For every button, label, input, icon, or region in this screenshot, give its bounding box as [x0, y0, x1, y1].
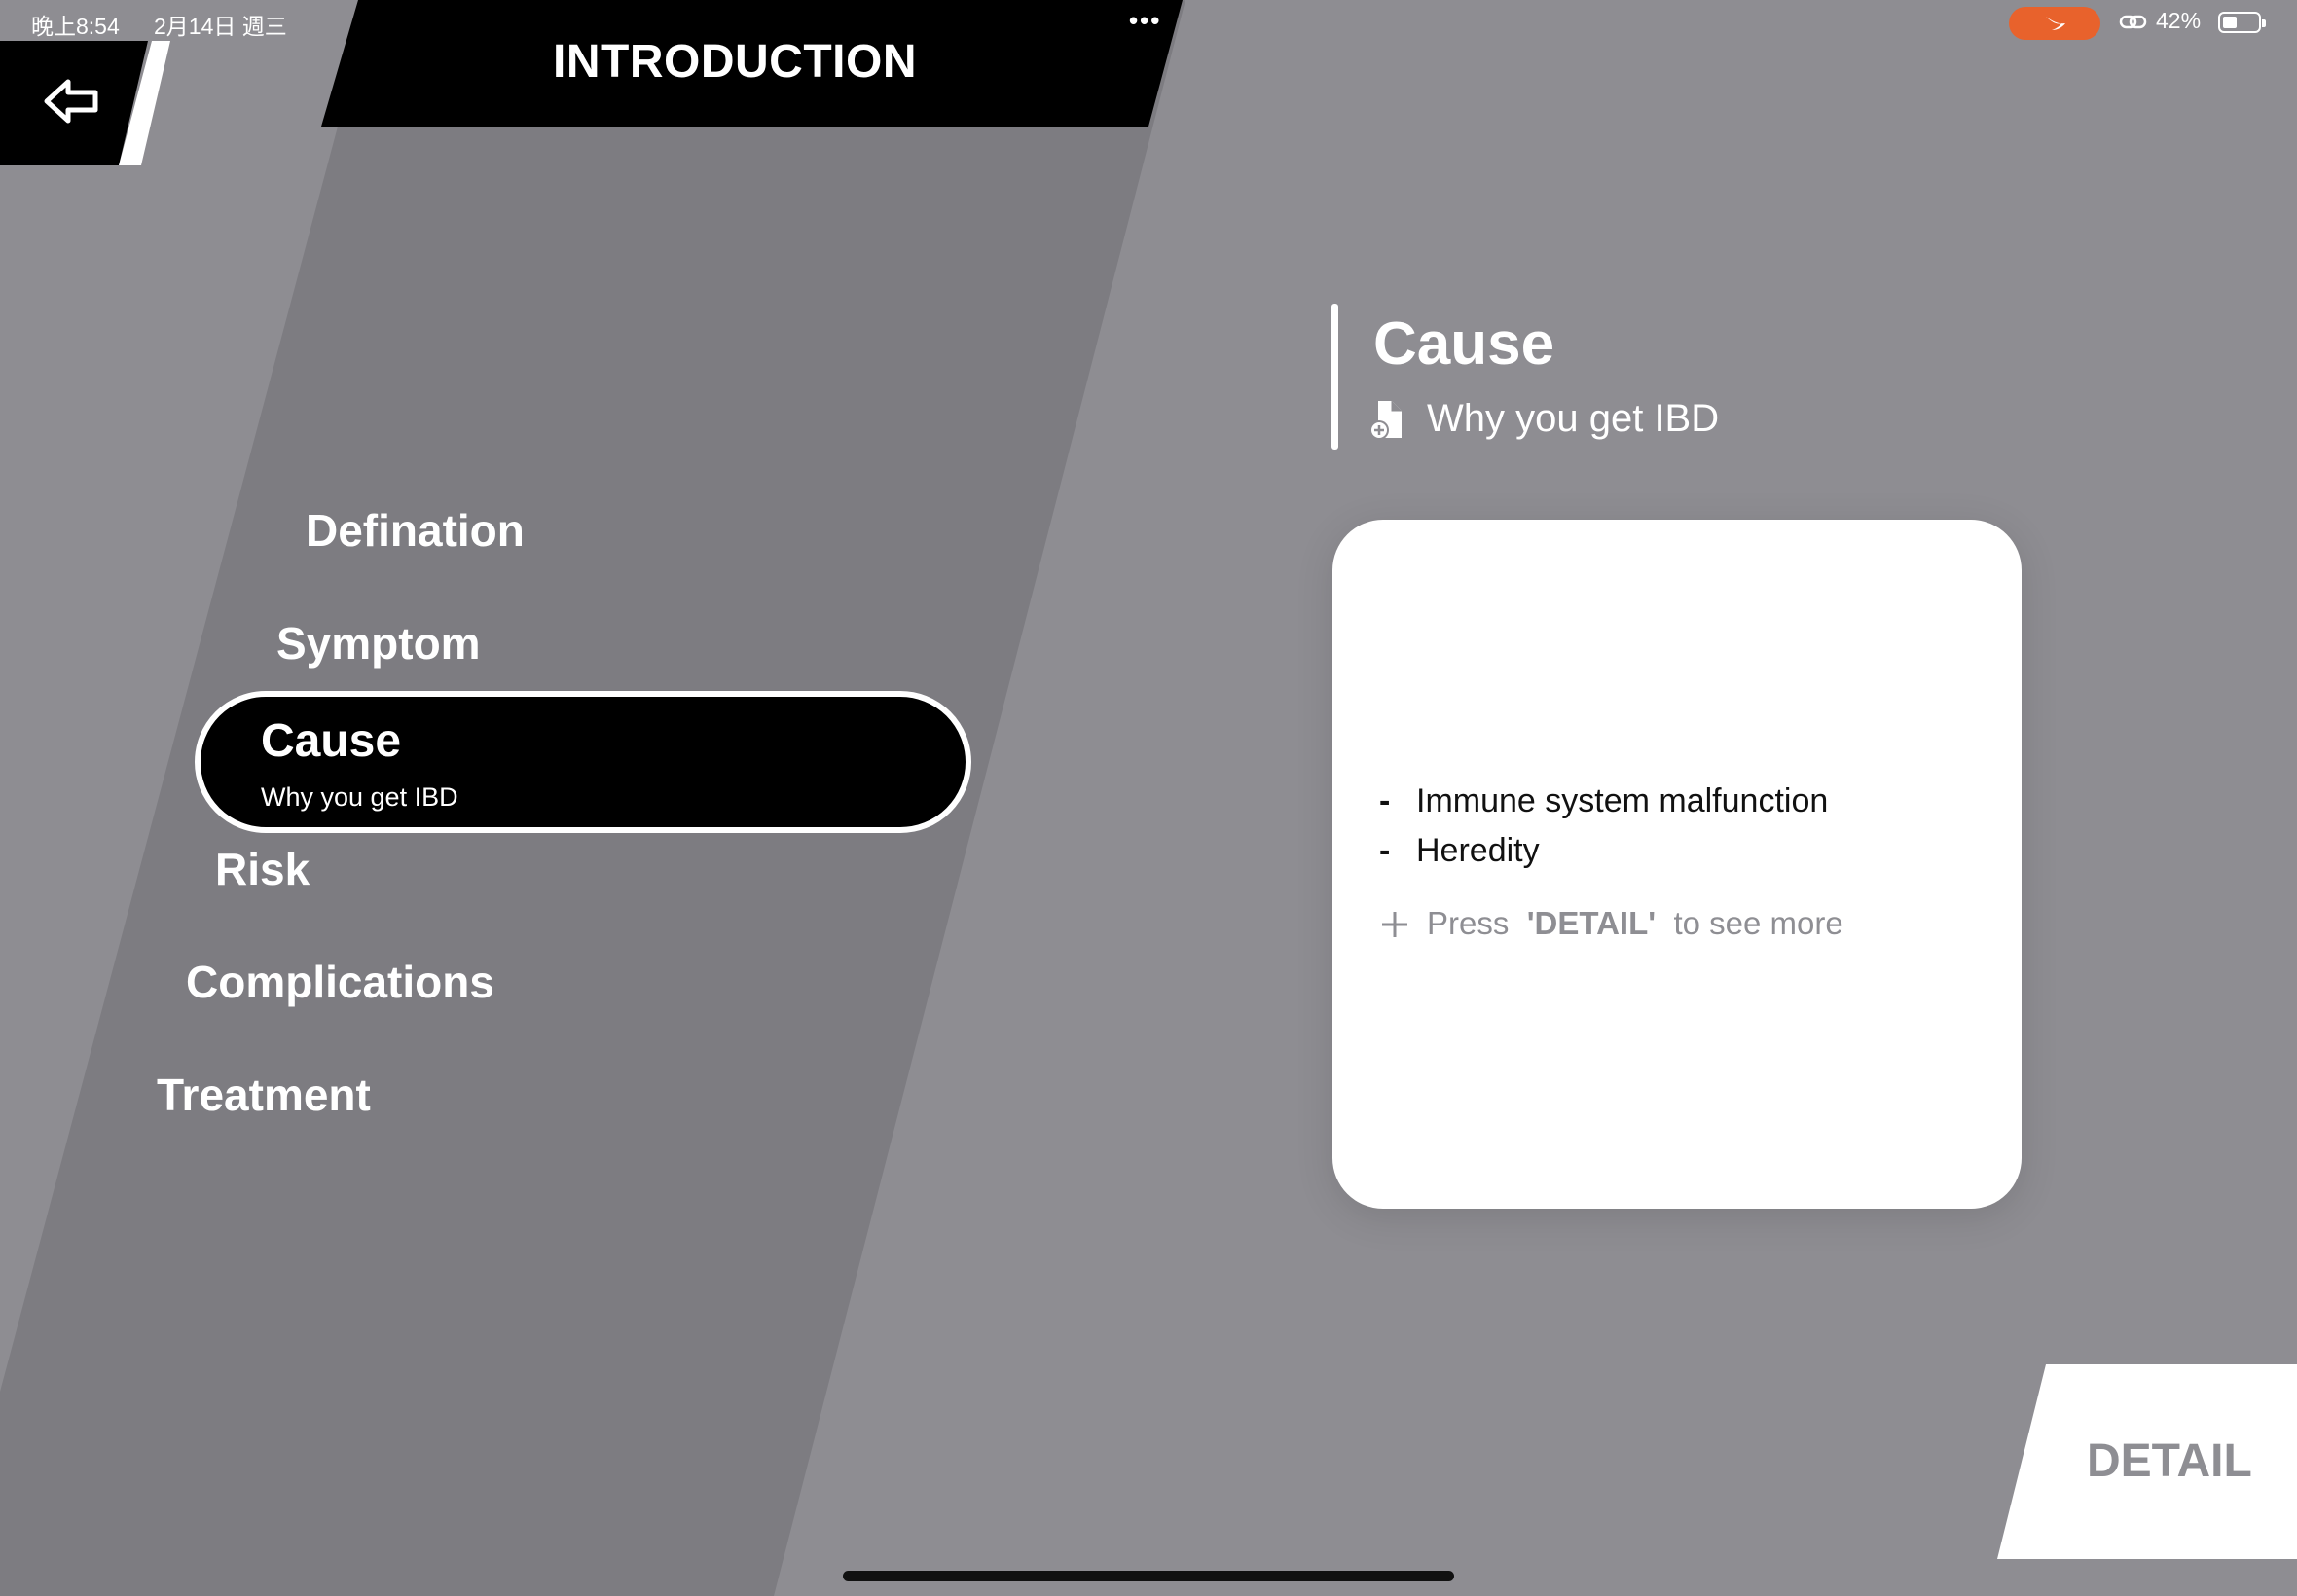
page-title: INTRODUCTION [553, 36, 917, 88]
detail-button[interactable]: DETAIL [1997, 1364, 2297, 1559]
section-divider [1331, 304, 1338, 450]
link-icon [2119, 15, 2147, 29]
plus-icon [1382, 912, 1407, 937]
menu-item-defination[interactable]: Defination [306, 504, 525, 557]
multitask-dots[interactable]: ••• [1129, 6, 1161, 36]
bullet-text: Heredity [1416, 832, 1540, 869]
swift-playgrounds-pill[interactable] [2009, 7, 2100, 40]
section-subtitle: Why you get IBD [1427, 397, 1720, 440]
detail-hint: Press 'DETAIL' to see more [1427, 905, 1843, 942]
battery-icon [2218, 12, 2266, 33]
swift-icon [2046, 17, 2065, 30]
back-arrow-icon [44, 79, 98, 124]
detail-button-label: DETAIL [2087, 1435, 2252, 1487]
menu-item-symptom[interactable]: Symptom [276, 617, 481, 670]
hint-keyword: 'DETAIL' [1526, 905, 1657, 941]
bullet-item: - Heredity [1379, 832, 1540, 870]
battery-percent: 42% [2156, 8, 2202, 33]
bullet-dash: - [1379, 832, 1391, 869]
document-add-icon [1369, 401, 1402, 440]
info-card: - Immune system malfunction - Heredity Pre… [1332, 520, 2022, 1209]
battery-level [2223, 17, 2237, 28]
battery-nub [2262, 19, 2266, 27]
menu-item-risk[interactable]: Risk [215, 843, 310, 895]
menu-active-title: Cause [261, 715, 402, 767]
menu-item-complications[interactable]: Complications [186, 956, 494, 1008]
back-button[interactable] [0, 39, 165, 165]
bullet-item: - Immune system malfunction [1379, 782, 1828, 820]
bullet-text: Immune system malfunction [1416, 782, 1829, 819]
menu-item-treatment[interactable]: Treatment [157, 1069, 371, 1121]
section-title: Cause [1373, 310, 1555, 378]
menu-active-subtitle: Why you get IBD [261, 782, 458, 812]
home-indicator[interactable] [843, 1571, 1454, 1581]
menu-item-cause-active[interactable]: Cause Why you get IBD [195, 691, 971, 833]
hint-pre: Press [1427, 905, 1510, 941]
status-time: 晚上8:54 [31, 14, 120, 39]
status-date: 2月14日 週三 [154, 14, 287, 39]
bullet-dash: - [1379, 782, 1391, 819]
hint-post: to see more [1673, 905, 1843, 941]
